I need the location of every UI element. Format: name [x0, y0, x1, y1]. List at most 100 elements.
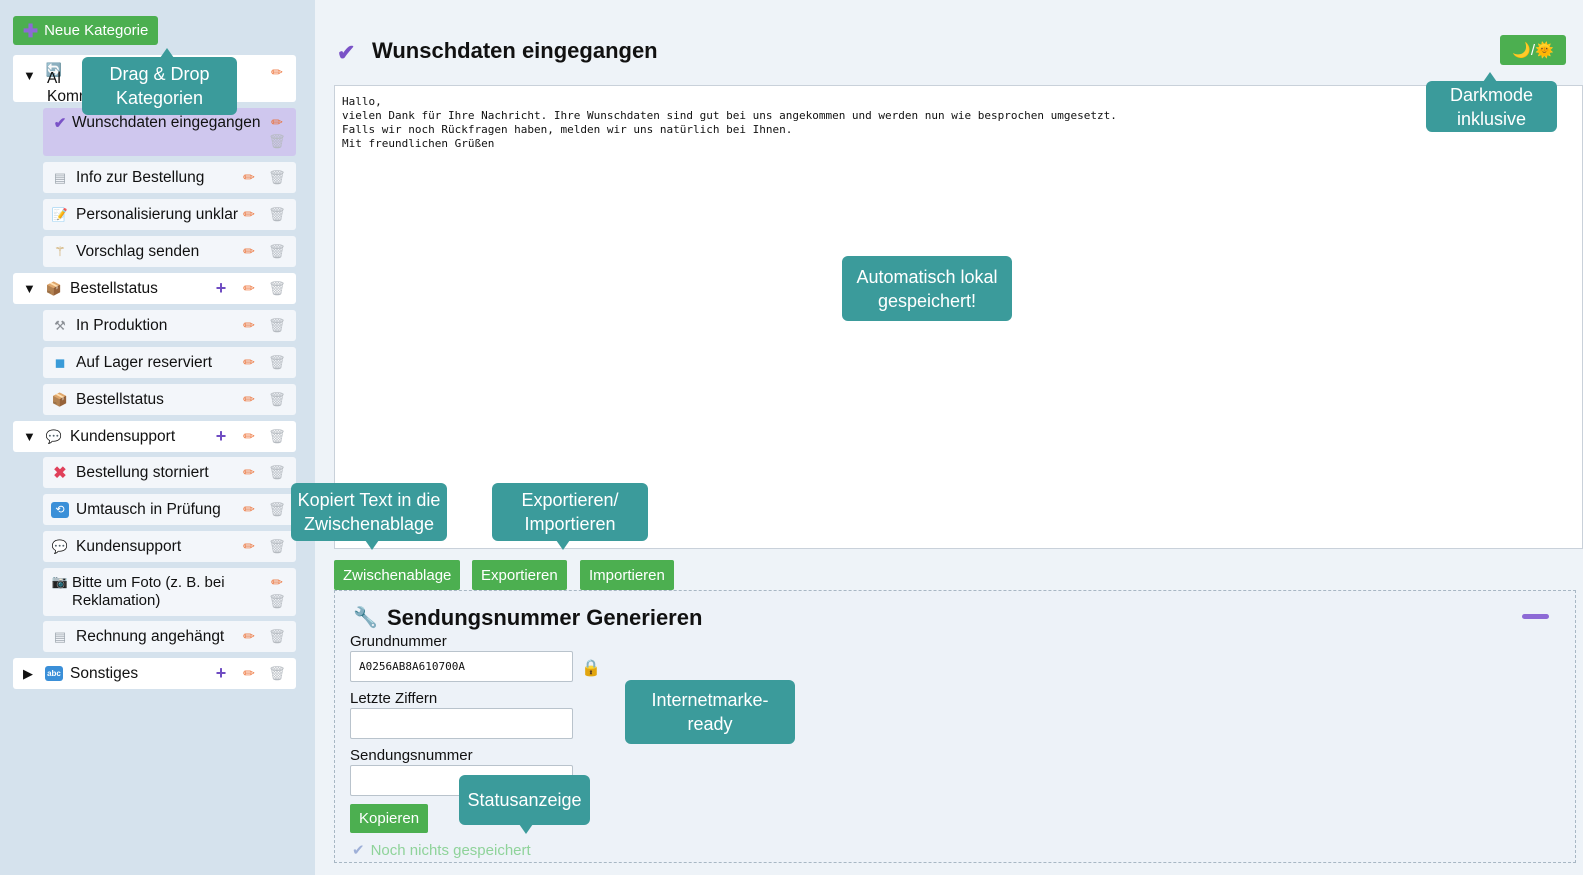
edit-icon[interactable]: ✏: [268, 114, 286, 131]
tooltip-autosave: Automatisch lokal gespeichert!: [842, 256, 1012, 321]
sidebar-item-kundensupport[interactable]: 💬 Kundensupport ✏ 🗑: [43, 531, 296, 562]
tooltip-arrow: [160, 48, 174, 58]
main-panel: ✔ Wunschdaten eingegangen 🌙/🌞 Hallo, vie…: [315, 0, 1583, 875]
checkmark-icon: ✔: [53, 115, 67, 132]
edit-icon[interactable]: ✏: [268, 64, 286, 81]
tooltip-arrow: [1483, 72, 1497, 82]
repeat-icon: ⟲: [51, 501, 69, 518]
trash-icon[interactable]: 🗑: [268, 354, 286, 371]
edit-icon[interactable]: ✏: [240, 206, 258, 223]
trash-icon[interactable]: 🗑: [268, 243, 286, 260]
sidebar-item-info-bestellung[interactable]: ▤ Info zur Bestellung ✏ 🗑: [43, 162, 296, 193]
expand-triangle-icon[interactable]: ▼: [23, 68, 37, 83]
sidebar-item-umtausch[interactable]: ⟲ Umtausch in Prüfung ✏ 🗑: [43, 494, 296, 525]
minimize-icon[interactable]: [1522, 614, 1549, 619]
wrench-icon: 🔧: [353, 607, 378, 629]
tools-icon: ⚒: [54, 317, 66, 333]
checkmark-icon: ✔: [337, 40, 356, 65]
copy-button[interactable]: Kopieren: [350, 804, 429, 833]
sidebar-item-lager[interactable]: ◼ Auf Lager reserviert ✏ 🗑: [43, 347, 296, 378]
tooltip-export-import: Exportieren/ Importieren: [492, 483, 648, 550]
edit-icon[interactable]: ✏: [240, 243, 258, 260]
trash-icon[interactable]: 🗑: [268, 280, 286, 297]
add-item-icon[interactable]: +: [212, 663, 230, 684]
trash-icon[interactable]: 🗑: [268, 665, 286, 682]
expand-triangle-icon[interactable]: ▼: [23, 281, 37, 296]
tooltip-text: Automatisch lokal gespeichert!: [856, 266, 998, 311]
import-button[interactable]: Importieren: [580, 560, 674, 590]
abc-icon: abc: [45, 666, 63, 681]
trash-icon[interactable]: 🗑: [268, 391, 286, 408]
trash-icon[interactable]: 🗑: [268, 593, 286, 610]
edit-icon[interactable]: ✏: [240, 538, 258, 555]
trash-icon[interactable]: 🗑: [268, 628, 286, 645]
page-title: Wunschdaten eingegangen: [372, 38, 658, 63]
tooltip-text: Internetmarke-ready: [651, 690, 769, 734]
tooltip-text: Darkmode inklusive: [1449, 84, 1534, 129]
sidebar-item-storniert[interactable]: ✖ Bestellung storniert ✏ 🗑: [43, 457, 296, 488]
trash-icon[interactable]: 🗑: [268, 464, 286, 481]
last-digits-label: Letzte Ziffern: [350, 690, 438, 707]
new-category-button[interactable]: ✚ Neue Kategorie: [13, 16, 159, 45]
sidebar-item-bestellstatus[interactable]: 📦 Bestellstatus ✏ 🗑: [43, 384, 296, 415]
export-button[interactable]: Exportieren: [472, 560, 567, 590]
darkmode-toggle-button[interactable]: 🌙/🌞: [1500, 35, 1566, 65]
sidebar-item-personalisierung[interactable]: 📝 Personalisierung unklar ✏ 🗑: [43, 199, 296, 230]
category-bestellstatus[interactable]: ▼ 📦 Bestellstatus + ✏ 🗑: [13, 273, 296, 304]
tracking-number-label: Sendungsnummer: [350, 747, 473, 764]
lock-icon[interactable]: 🔒: [581, 658, 601, 678]
package-icon: 📦: [45, 280, 63, 296]
sidebar-item-foto[interactable]: 📷 Bitte um Foto (z. B. bei Reklamation) …: [43, 568, 296, 616]
tooltip-internetmarke: Internetmarke-ready: [625, 680, 795, 744]
trash-icon[interactable]: 🗑: [268, 538, 286, 555]
trash-icon[interactable]: 🗑: [268, 169, 286, 186]
edit-icon[interactable]: ✏: [268, 574, 286, 591]
memo-icon: 📝: [51, 206, 69, 222]
base-number-input[interactable]: A0256AB8A610700A: [350, 651, 573, 682]
sidebar-item-wunschdaten[interactable]: ✔ Wunschdaten eingegangen ✏ 🗑: [43, 108, 296, 156]
plus-icon: ✚: [23, 20, 39, 41]
status-text: Noch nichts gespeichert: [370, 841, 531, 859]
package-icon: 📦: [51, 391, 69, 407]
tooltip-text: Exportieren/ Importieren: [521, 490, 619, 534]
sidebar-item-rechnung[interactable]: ▤ Rechnung angehängt ✏ 🗑: [43, 621, 296, 652]
add-item-icon[interactable]: +: [212, 278, 230, 299]
cross-mark-icon: ✖: [53, 464, 67, 482]
sidebar-item-vorschlag[interactable]: ⚚ Vorschlag senden ✏ 🗑: [43, 236, 296, 267]
expand-triangle-icon[interactable]: ▼: [23, 429, 37, 444]
sidebar-item-label: In Produktion: [76, 316, 168, 334]
edit-icon[interactable]: ✏: [240, 354, 258, 371]
trash-icon[interactable]: 🗑: [268, 501, 286, 518]
category-kundensupport[interactable]: ▼ 💬 Kundensupport + ✏ 🗑: [13, 421, 296, 452]
status-indicator: ✔ Noch nichts gespeichert: [352, 841, 531, 860]
tooltip-text: Statusanzeige: [467, 790, 582, 810]
edit-icon[interactable]: ✏: [240, 628, 258, 645]
camera-icon: 📷: [51, 574, 69, 589]
sidebar-item-label: Umtausch in Prüfung: [76, 500, 221, 518]
edit-icon[interactable]: ✏: [240, 391, 258, 408]
tooltip-status: Statusanzeige: [459, 775, 590, 834]
document-icon: ▤: [53, 169, 67, 185]
trash-icon[interactable]: 🗑: [268, 133, 286, 150]
trash-icon[interactable]: 🗑: [268, 317, 286, 334]
sidebar-item-label: Info zur Bestellung: [76, 168, 205, 186]
collapse-triangle-icon[interactable]: ▶: [23, 666, 37, 682]
trash-icon[interactable]: 🗑: [268, 428, 286, 445]
checkmark-icon: ✔: [352, 842, 365, 859]
edit-icon[interactable]: ✏: [240, 280, 258, 297]
trash-icon[interactable]: 🗑: [268, 206, 286, 223]
add-item-icon[interactable]: +: [212, 426, 230, 447]
edit-icon[interactable]: ✏: [240, 169, 258, 186]
edit-icon[interactable]: ✏: [240, 317, 258, 334]
edit-icon[interactable]: ✏: [240, 665, 258, 682]
last-digits-input[interactable]: [350, 708, 573, 739]
edit-icon[interactable]: ✏: [240, 428, 258, 445]
sidebar-item-label: Bitte um Foto (z. B. bei Reklamation): [72, 574, 225, 609]
sidebar: ✚ Neue Kategorie ▼ 🔄 Al Komm ✏ ✔ Wunschda…: [0, 0, 315, 875]
edit-icon[interactable]: ✏: [240, 464, 258, 481]
sidebar-item-produktion[interactable]: ⚒ In Produktion ✏ 🗑: [43, 310, 296, 341]
category-label: Kundensupport: [70, 427, 176, 445]
category-sonstiges[interactable]: ▶ abc Sonstiges + ✏ 🗑: [13, 658, 296, 689]
clipboard-button[interactable]: Zwischenablage: [334, 560, 461, 590]
edit-icon[interactable]: ✏: [240, 501, 258, 518]
